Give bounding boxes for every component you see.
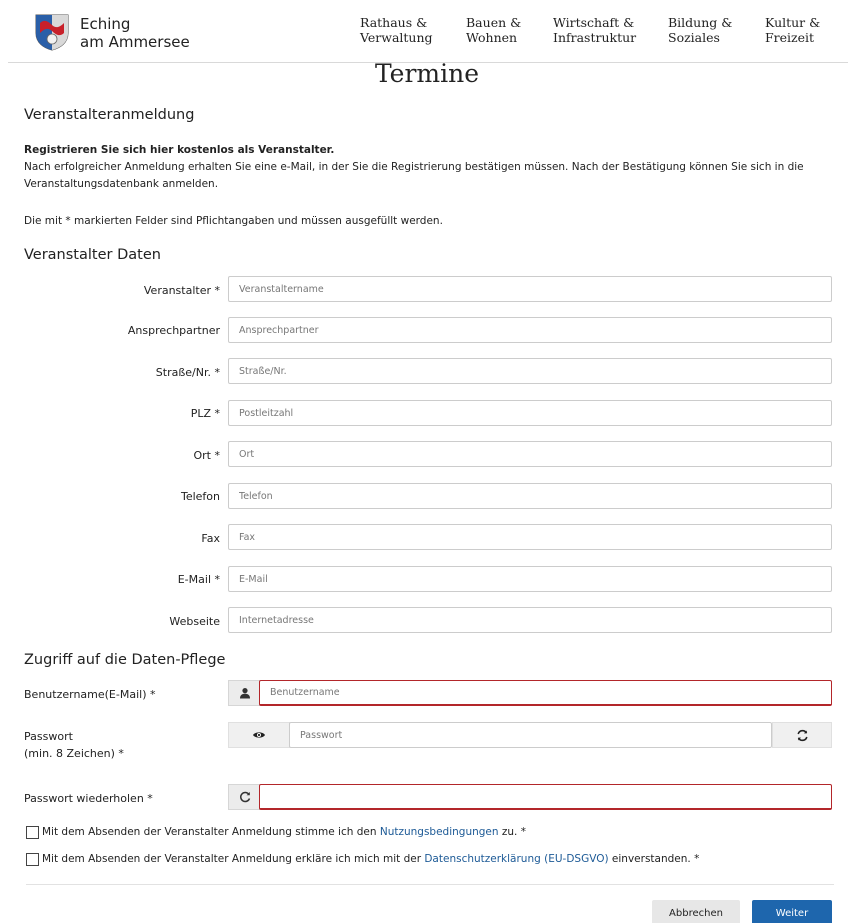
password-input[interactable] xyxy=(289,722,772,748)
refresh-icon xyxy=(796,729,808,741)
telefon-input[interactable] xyxy=(228,483,832,509)
terms-text-end: zu. * xyxy=(498,826,526,838)
fax-input[interactable] xyxy=(228,524,832,550)
nav-label: Bildung & xyxy=(668,15,733,30)
terms-checkbox[interactable] xyxy=(26,826,39,839)
page-title: Termine xyxy=(374,59,480,88)
label-strasse: Straße/Nr. * xyxy=(155,366,220,379)
label-webseite: Webseite xyxy=(169,615,220,628)
privacy-checkbox[interactable] xyxy=(26,853,39,866)
nav-bauen-wohnen[interactable]: Bauen & Wohnen xyxy=(466,15,521,45)
intro-text: Registrieren Sie sich hier kostenlos als… xyxy=(24,142,834,193)
nav-label: Infrastruktur xyxy=(553,30,637,45)
section-heading-organizer: Veranstalter Daten xyxy=(24,247,161,263)
email-input[interactable] xyxy=(228,566,832,592)
nav-label: Freizeit xyxy=(765,30,815,45)
terms-text: Mit dem Absenden der Veranstalter Anmeld… xyxy=(42,826,380,838)
nav-kultur-freizeit[interactable]: Kultur & Freizeit xyxy=(765,15,820,45)
nav-wirtschaft-infrastruktur[interactable]: Wirtschaft & Infrastruktur xyxy=(553,15,636,45)
section-heading-registration: Veranstalteranmeldung xyxy=(24,107,195,123)
terms-label: Mit dem Absenden der Veranstalter Anmeld… xyxy=(42,826,526,838)
nav-rathaus-verwaltung[interactable]: Rathaus & Verwaltung xyxy=(360,15,433,45)
nav-label: Wirtschaft & xyxy=(553,15,635,30)
privacy-label: Mit dem Absenden der Veranstalter Anmeld… xyxy=(42,853,699,865)
brand-line2: am Ammersee xyxy=(80,33,190,51)
show-password-toggle[interactable] xyxy=(228,722,290,748)
next-button[interactable]: Weiter xyxy=(752,900,832,923)
nav-label: Verwaltung xyxy=(360,30,433,45)
cancel-button[interactable]: Abbrechen xyxy=(652,900,740,923)
eye-icon xyxy=(253,732,265,738)
intro-bold: Registrieren Sie sich hier kostenlos als… xyxy=(24,144,335,156)
label-ort: Ort * xyxy=(193,449,221,462)
user-icon xyxy=(228,680,260,706)
label-telefon: Telefon xyxy=(180,490,220,503)
nav-label: Wohnen xyxy=(466,30,518,45)
user-icon-glyph xyxy=(239,688,250,699)
label-password-line1: Passwort xyxy=(24,730,73,743)
privacy-link[interactable]: Datenschutzerklärung (EU-DSGVO) xyxy=(424,853,608,865)
nav-label: Bauen & xyxy=(466,15,522,30)
username-input[interactable] xyxy=(259,680,832,706)
ort-input[interactable] xyxy=(228,441,832,467)
privacy-text: Mit dem Absenden der Veranstalter Anmeld… xyxy=(42,853,425,865)
brand-line1: Eching xyxy=(80,15,131,33)
label-fax: Fax xyxy=(201,532,220,545)
label-password: Passwort (min. 8 Zeichen) * xyxy=(24,728,124,762)
intro-line: Veranstaltungsdatenbank anmelden. xyxy=(24,178,219,190)
nav-bildung-soziales[interactable]: Bildung & Soziales xyxy=(668,15,732,45)
label-ansprechpartner: Ansprechpartner xyxy=(127,324,220,337)
refresh-icon xyxy=(239,791,250,803)
label-password-line2: (min. 8 Zeichen) * xyxy=(24,747,124,760)
terms-link[interactable]: Nutzungsbedingungen xyxy=(380,826,499,838)
webseite-input[interactable] xyxy=(228,607,832,633)
repeat-password-icon xyxy=(228,784,260,810)
nav-label: Soziales xyxy=(668,30,720,45)
privacy-text-end: einverstanden. * xyxy=(608,853,700,865)
nav-label: Kultur & xyxy=(765,15,821,30)
coat-of-arms-logo[interactable] xyxy=(34,13,70,51)
required-note: Die mit * markierten Felder sind Pflicht… xyxy=(24,215,443,227)
label-plz: PLZ * xyxy=(190,407,220,420)
password-repeat-input[interactable] xyxy=(259,784,832,810)
brand-name[interactable]: Eching am Ammersee xyxy=(80,15,190,51)
section-heading-access: Zugriff auf die Daten-Pflege xyxy=(24,652,226,668)
veranstalter-input[interactable] xyxy=(228,276,832,302)
footer-divider xyxy=(26,884,834,885)
label-password-repeat: Passwort wiederholen * xyxy=(24,792,153,805)
label-email: E-Mail * xyxy=(177,573,220,586)
strasse-input[interactable] xyxy=(228,358,832,384)
site-header: Eching am Ammersee Rathaus & Verwaltung … xyxy=(0,0,854,63)
nav-label: Rathaus & xyxy=(360,15,428,30)
generate-password-button[interactable] xyxy=(772,722,832,748)
ansprechpartner-input[interactable] xyxy=(228,317,832,343)
label-veranstalter: Veranstalter * xyxy=(143,284,220,297)
plz-input[interactable] xyxy=(228,400,832,426)
intro-line: Nach erfolgreicher Anmeldung erhalten Si… xyxy=(24,161,804,173)
label-username: Benutzername(E-Mail) * xyxy=(24,688,156,701)
